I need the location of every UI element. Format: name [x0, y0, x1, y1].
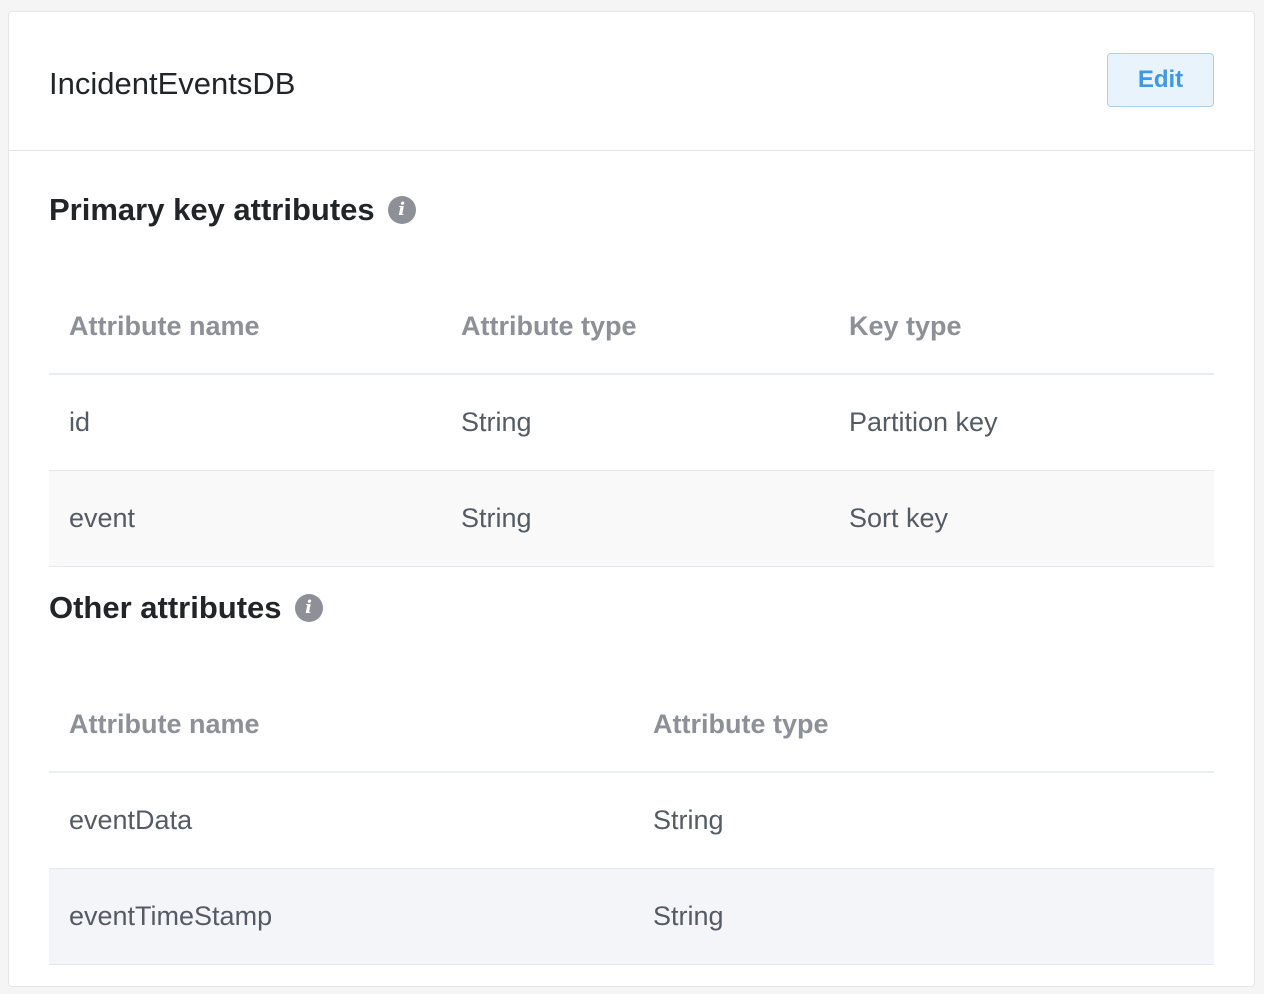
primary-key-table: Attribute name Attribute type Key type i… — [49, 279, 1214, 567]
table-row: eventTimeStamp String — [49, 868, 1214, 965]
page-title: IncidentEventsDB — [49, 66, 296, 101]
table-cell: id — [49, 374, 441, 471]
column-header: Attribute type — [441, 279, 829, 375]
table-cell: Partition key — [829, 374, 1214, 471]
table-row: id String Partition key — [49, 374, 1214, 471]
column-header: Attribute name — [49, 279, 441, 375]
primary-key-heading: Primary key attributes i — [49, 192, 1214, 228]
table-row: event String Sort key — [49, 470, 1214, 567]
table-cell: eventTimeStamp — [49, 868, 633, 965]
table-cell: eventData — [49, 772, 633, 869]
info-icon[interactable]: i — [387, 196, 416, 224]
column-header: Key type — [829, 279, 1214, 375]
primary-key-title: Primary key attributes — [49, 192, 375, 227]
other-attributes-section: Other attributes i Attribute name Attrib… — [49, 590, 1214, 965]
table-cell: event — [49, 470, 441, 567]
column-header: Attribute name — [49, 677, 633, 773]
card-header: IncidentEventsDB Edit — [9, 12, 1254, 151]
info-icon[interactable]: i — [294, 594, 323, 622]
table-details-card: IncidentEventsDB Edit Primary key attrib… — [8, 11, 1255, 987]
other-attributes-table: Attribute name Attribute type eventData … — [49, 677, 1214, 965]
other-attributes-title: Other attributes — [49, 590, 282, 625]
table-header-row: Attribute name Attribute type Key type — [49, 279, 1214, 375]
table-cell: String — [441, 374, 829, 471]
column-header: Attribute type — [633, 677, 1214, 773]
table-cell: String — [633, 772, 1214, 869]
table-header-row: Attribute name Attribute type — [49, 677, 1214, 773]
table-row: eventData String — [49, 772, 1214, 869]
edit-button[interactable]: Edit — [1107, 53, 1214, 107]
table-cell: String — [441, 470, 829, 567]
table-cell: Sort key — [829, 470, 1214, 567]
other-attributes-heading: Other attributes i — [49, 590, 1214, 626]
table-cell: String — [633, 868, 1214, 965]
primary-key-section: Primary key attributes i Attribute name … — [49, 192, 1214, 567]
